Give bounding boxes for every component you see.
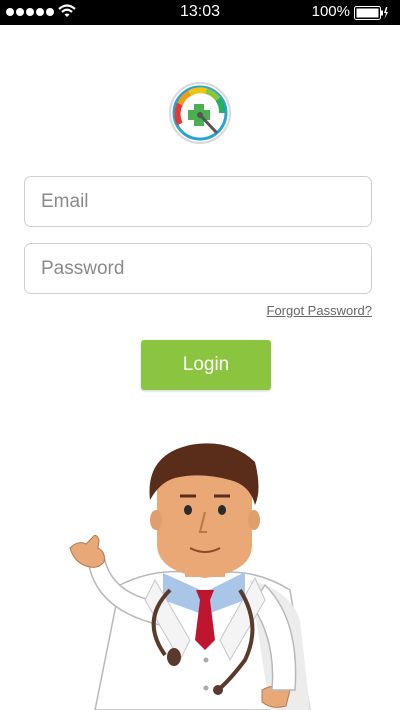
email-field[interactable]: [24, 176, 372, 227]
status-bar: 13:03 100%: [0, 0, 400, 25]
doctor-illustration: [69, 443, 311, 710]
forgot-password-link[interactable]: Forgot Password?: [267, 303, 373, 318]
battery-percent: 100%: [311, 3, 350, 20]
password-field[interactable]: [24, 243, 372, 294]
app-logo-icon: [169, 82, 231, 144]
login-button[interactable]: Login: [141, 340, 271, 390]
battery-charging-icon: [354, 6, 388, 20]
